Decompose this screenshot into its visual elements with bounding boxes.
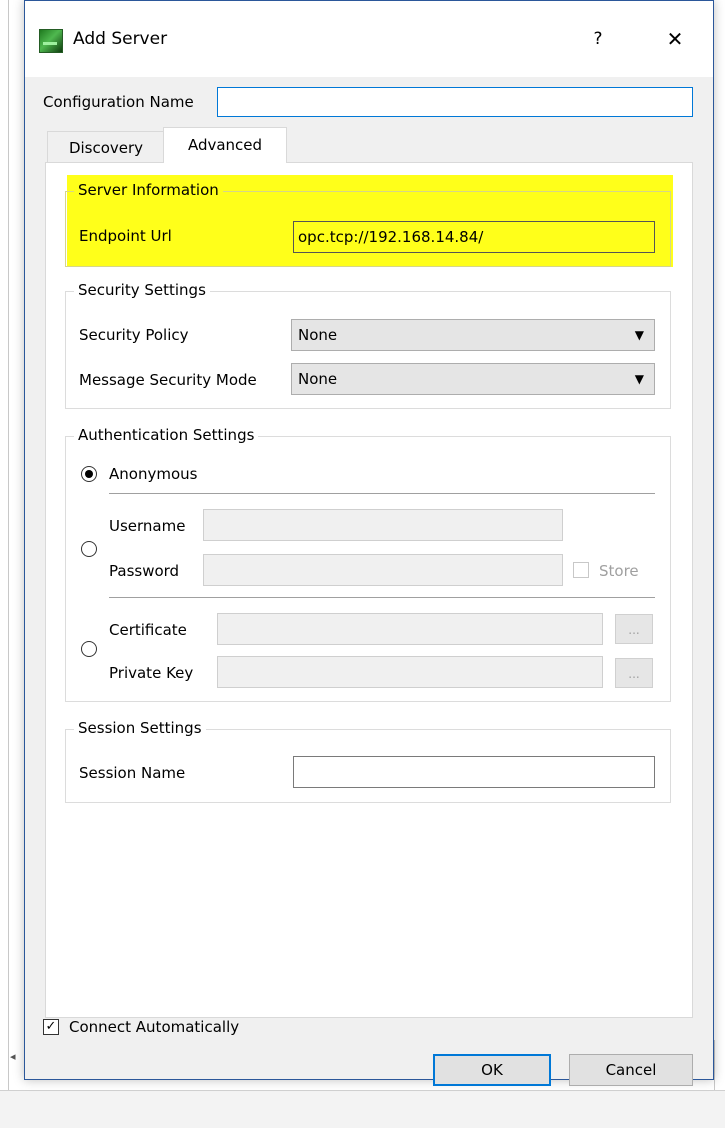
- dialog-title: Add Server: [73, 29, 168, 49]
- private-key-input: [217, 656, 603, 688]
- security-policy-select[interactable]: None ▼: [291, 319, 655, 351]
- ok-button[interactable]: OK: [433, 1054, 551, 1086]
- authentication-settings-title: Authentication Settings: [74, 426, 259, 444]
- divider: [714, 1040, 715, 1090]
- divider: [109, 597, 655, 598]
- message-security-mode-label: Message Security Mode: [79, 371, 257, 389]
- cancel-button[interactable]: Cancel: [569, 1054, 693, 1086]
- store-checkbox: [573, 562, 589, 578]
- anonymous-radio[interactable]: [81, 466, 97, 482]
- connect-automatically-label: Connect Automatically: [69, 1018, 240, 1036]
- session-name-input[interactable]: [293, 756, 655, 788]
- endpoint-url-input[interactable]: [293, 221, 655, 253]
- session-name-label: Session Name: [79, 764, 186, 782]
- certificate-browse-button: ...: [615, 614, 653, 644]
- private-key-browse-button: ...: [615, 658, 653, 688]
- divider: [8, 0, 9, 1090]
- password-label: Password: [109, 562, 180, 580]
- tab-advanced[interactable]: Advanced: [163, 127, 287, 163]
- endpoint-url-label: Endpoint Url: [79, 227, 172, 245]
- chevron-down-icon: ▼: [634, 372, 644, 386]
- configuration-name-label: Configuration Name: [43, 93, 194, 111]
- server-information-title: Server Information: [74, 181, 223, 199]
- close-button[interactable]: ✕: [661, 25, 689, 53]
- username-password-radio[interactable]: [81, 541, 97, 557]
- session-settings-title: Session Settings: [74, 719, 206, 737]
- tab-discovery[interactable]: Discovery: [47, 131, 165, 163]
- username-input: [203, 509, 563, 541]
- private-key-label: Private Key: [109, 664, 194, 682]
- background-statusbar: [0, 1090, 725, 1128]
- divider: [109, 493, 655, 494]
- security-settings-title: Security Settings: [74, 281, 210, 299]
- anonymous-label: Anonymous: [109, 465, 198, 483]
- security-policy-label: Security Policy: [79, 326, 189, 344]
- password-input: [203, 554, 563, 586]
- message-security-mode-value: None: [298, 370, 338, 388]
- scroll-left-icon[interactable]: ◂: [10, 1050, 16, 1063]
- username-label: Username: [109, 517, 186, 535]
- chevron-down-icon: ▼: [634, 328, 644, 342]
- store-label: Store: [599, 562, 639, 580]
- title-bar: Add Server ? ✕: [25, 1, 713, 77]
- connect-automatically-checkbox[interactable]: ✓: [43, 1019, 59, 1035]
- message-security-mode-select[interactable]: None ▼: [291, 363, 655, 395]
- certificate-input: [217, 613, 603, 645]
- security-policy-value: None: [298, 326, 338, 344]
- help-button[interactable]: ?: [585, 25, 611, 53]
- certificate-label: Certificate: [109, 621, 187, 639]
- app-icon: [39, 29, 63, 53]
- add-server-dialog: Add Server ? ✕ Configuration Name Discov…: [24, 0, 714, 1086]
- configuration-name-input[interactable]: [217, 87, 693, 117]
- certificate-radio[interactable]: [81, 641, 97, 657]
